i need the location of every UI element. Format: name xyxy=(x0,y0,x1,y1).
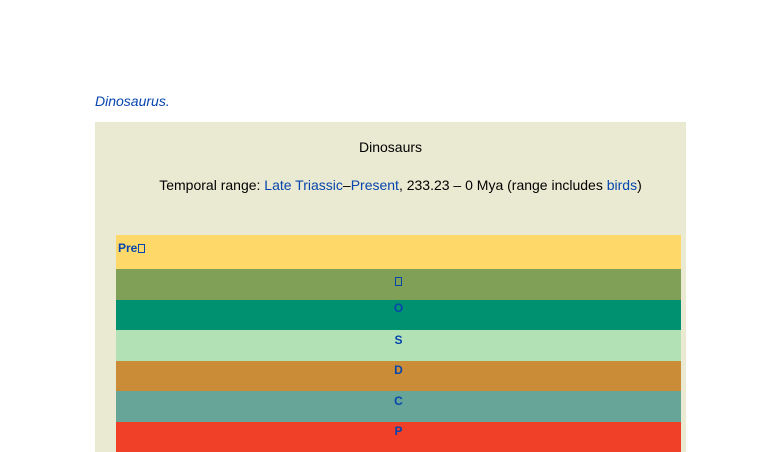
intro-text: Dinosaurus. xyxy=(95,93,170,109)
timescale-band-ordovician: O xyxy=(116,300,681,330)
range-text: , 233.23 – 0 Mya (range includes xyxy=(398,177,607,193)
timescale-link-o[interactable]: O xyxy=(394,301,403,315)
dinosaurus-link[interactable]: Dinosaurus xyxy=(95,93,166,109)
timescale-band-permian: P xyxy=(116,422,681,452)
timescale-band-precambrian: Pre xyxy=(116,235,681,269)
timescale-band-carboniferous: C xyxy=(116,391,681,422)
timescale-link-s[interactable]: S xyxy=(394,333,402,347)
timescale-band-devonian: D xyxy=(116,361,681,391)
timescale-link-p[interactable]: P xyxy=(394,424,402,438)
present-link[interactable]: Present xyxy=(351,177,399,193)
taxobox-title: Dinosaurs xyxy=(358,139,423,155)
taxobox: Dinosaurs Temporal range: Late Triassic–… xyxy=(95,122,686,452)
range-sep: – xyxy=(342,177,351,193)
geologic-timescale: Pre O S D C P xyxy=(116,235,681,452)
timescale-link-d[interactable]: D xyxy=(394,363,403,377)
timescale-band-silurian: S xyxy=(116,330,681,361)
range-label: Temporal range: xyxy=(159,177,265,193)
temporal-range: Temporal range: Late Triassic–Present, 2… xyxy=(125,172,676,199)
timescale-band-cambrian xyxy=(116,269,681,300)
missing-glyph-icon xyxy=(138,244,146,253)
late-triassic-link[interactable]: Late Triassic xyxy=(264,177,343,193)
timescale-link-c[interactable]: C xyxy=(394,394,403,408)
missing-glyph-icon xyxy=(395,276,402,286)
timescale-link-pre[interactable]: Pre xyxy=(118,241,146,255)
timescale-link-cambrian[interactable] xyxy=(395,274,402,288)
birds-link[interactable]: birds xyxy=(607,177,637,193)
range-close: ) xyxy=(637,177,642,193)
intro-trailing: . xyxy=(165,93,170,109)
